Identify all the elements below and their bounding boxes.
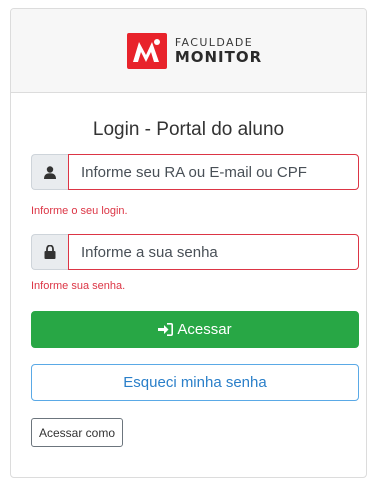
logo-line-2: MONITOR	[174, 47, 263, 66]
card-header: FACULDADE MONITOR	[11, 9, 366, 93]
lock-icon	[31, 234, 68, 270]
login-input[interactable]	[68, 154, 359, 190]
password-error: Informe sua senha.	[31, 280, 126, 292]
login-input-group	[31, 154, 359, 190]
login-error: Informe o seu login.	[31, 205, 128, 217]
forgot-password-button[interactable]: Esqueci minha senha	[31, 364, 359, 401]
logo-text: FACULDADE MONITOR	[175, 37, 262, 65]
login-submit-label: Acessar	[177, 321, 232, 338]
password-input-group	[31, 234, 359, 270]
sign-in-icon	[158, 323, 174, 336]
logo-line-1: FACULDADE	[174, 35, 254, 49]
password-input[interactable]	[68, 234, 359, 270]
login-submit-button[interactable]: Acessar	[31, 311, 359, 348]
user-icon	[31, 154, 68, 190]
logo: FACULDADE MONITOR	[126, 32, 262, 69]
login-card: FACULDADE MONITOR Login - Portal do alun…	[10, 8, 367, 478]
faculdade-monitor-logo-icon	[126, 32, 167, 69]
access-as-button[interactable]: Acessar como	[31, 418, 124, 447]
page-title: Login - Portal do aluno	[92, 119, 285, 140]
